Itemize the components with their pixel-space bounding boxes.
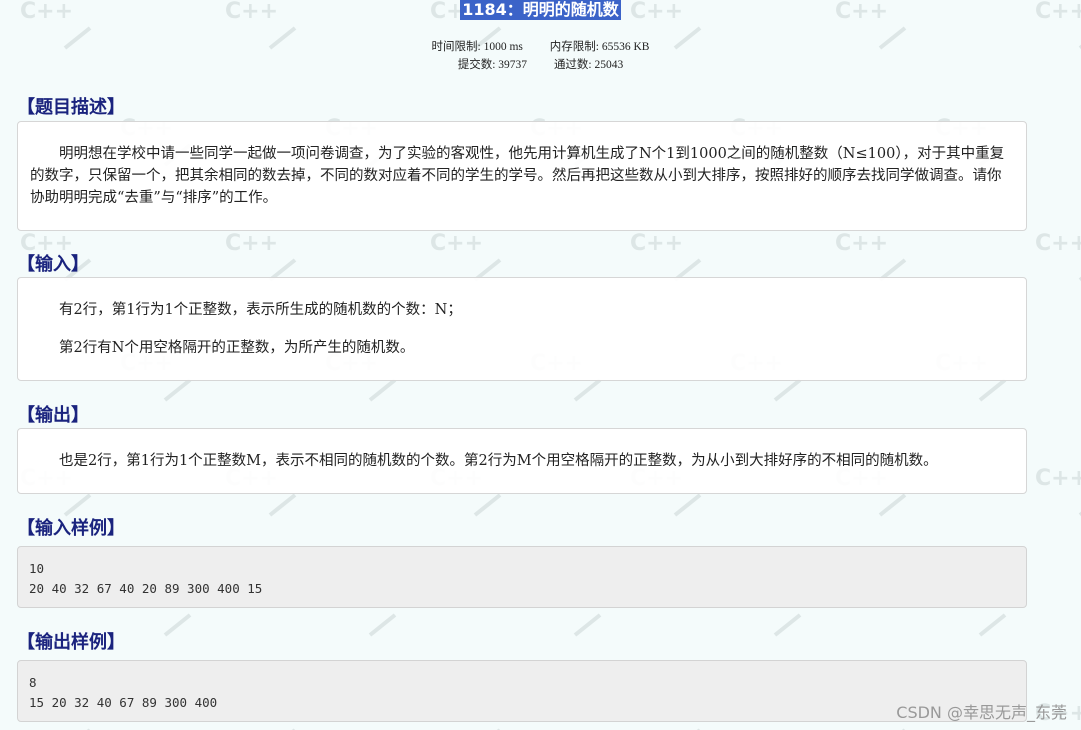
sample-output-block[interactable]: 8 15 20 32 40 67 89 300 400 <box>17 660 1027 722</box>
input-heading: 【输入】 <box>17 254 89 275</box>
sample-input-block[interactable]: 10 20 40 32 67 40 20 89 300 400 15 <box>17 546 1027 608</box>
memory-limit: 内存限制: 65536 KB <box>549 41 650 53</box>
watermark-stroke <box>978 613 1007 637</box>
watermark-tile: C++ <box>225 231 278 256</box>
limits-row: 时间限制: 1000 ms 内存限制: 65536 KB <box>0 38 1081 54</box>
watermark-stroke <box>878 493 907 517</box>
stats-row: 提交数: 39737 通过数: 25043 <box>0 56 1081 72</box>
description-text: 明明想在学校中请一些同学一起做一项问卷调查，为了实验的客观性，他先用计算机生成了… <box>30 146 1005 206</box>
sample-output-line-1: 8 <box>29 675 37 690</box>
watermark-stroke <box>978 378 1007 402</box>
watermark-stroke <box>773 613 802 637</box>
page-title: 1184：明明的随机数 <box>460 0 621 20</box>
watermark-stroke <box>268 493 297 517</box>
input-panel: 有2行，第1行为1个正整数，表示所生成的随机数的个数：N； 第2行有N个用空格隔… <box>17 277 1027 381</box>
watermark-stroke <box>163 378 192 402</box>
input-line-2: 第2行有N个用空格隔开的正整数，为所产生的随机数。 <box>59 340 415 356</box>
sample-output-line-2: 15 20 32 40 67 89 300 400 <box>29 695 218 710</box>
description-panel: 明明想在学校中请一些同学一起做一项问卷调查，为了实验的客观性，他先用计算机生成了… <box>17 121 1027 231</box>
watermark-stroke <box>673 493 702 517</box>
csdn-watermark: CSDN @幸思无声_东莞 <box>896 703 1067 722</box>
watermark-stroke <box>63 493 92 517</box>
sample-input-line-2: 20 40 32 67 40 20 89 300 400 15 <box>29 581 263 596</box>
time-limit: 时间限制: 1000 ms <box>431 41 523 53</box>
watermark-stroke <box>573 613 602 637</box>
accepted-count: 通过数: 25043 <box>553 59 624 71</box>
watermark-stroke <box>473 493 502 517</box>
output-panel: 也是2行，第1行为1个正整数M，表示不相同的随机数的个数。第2行为M个用空格隔开… <box>17 428 1027 494</box>
input-line-1: 有2行，第1行为1个正整数，表示所生成的随机数的个数：N； <box>59 302 462 318</box>
output-heading: 【输出】 <box>17 405 89 426</box>
watermark-tile: C++ <box>835 231 888 256</box>
watermark-tile: C++ <box>630 231 683 256</box>
sample-input-line-1: 10 <box>29 561 45 576</box>
sample-input-heading: 【输入样例】 <box>17 518 125 539</box>
watermark-tile: C++ <box>1035 231 1081 256</box>
watermark-stroke <box>573 378 602 402</box>
watermark-stroke <box>163 613 192 637</box>
watermark-stroke <box>368 613 397 637</box>
watermark-tile: C++ <box>430 231 483 256</box>
watermark-stroke <box>368 378 397 402</box>
title-wrap: 1184：明明的随机数 <box>0 0 1081 20</box>
output-text: 也是2行，第1行为1个正整数M，表示不相同的随机数的个数。第2行为M个用空格隔开… <box>59 453 938 469</box>
submission-count: 提交数: 39737 <box>457 59 528 71</box>
sample-output-heading: 【输出样例】 <box>17 632 125 653</box>
watermark-stroke <box>773 378 802 402</box>
watermark-tile: C++ <box>1035 466 1081 491</box>
description-heading: 【题目描述】 <box>17 97 125 118</box>
